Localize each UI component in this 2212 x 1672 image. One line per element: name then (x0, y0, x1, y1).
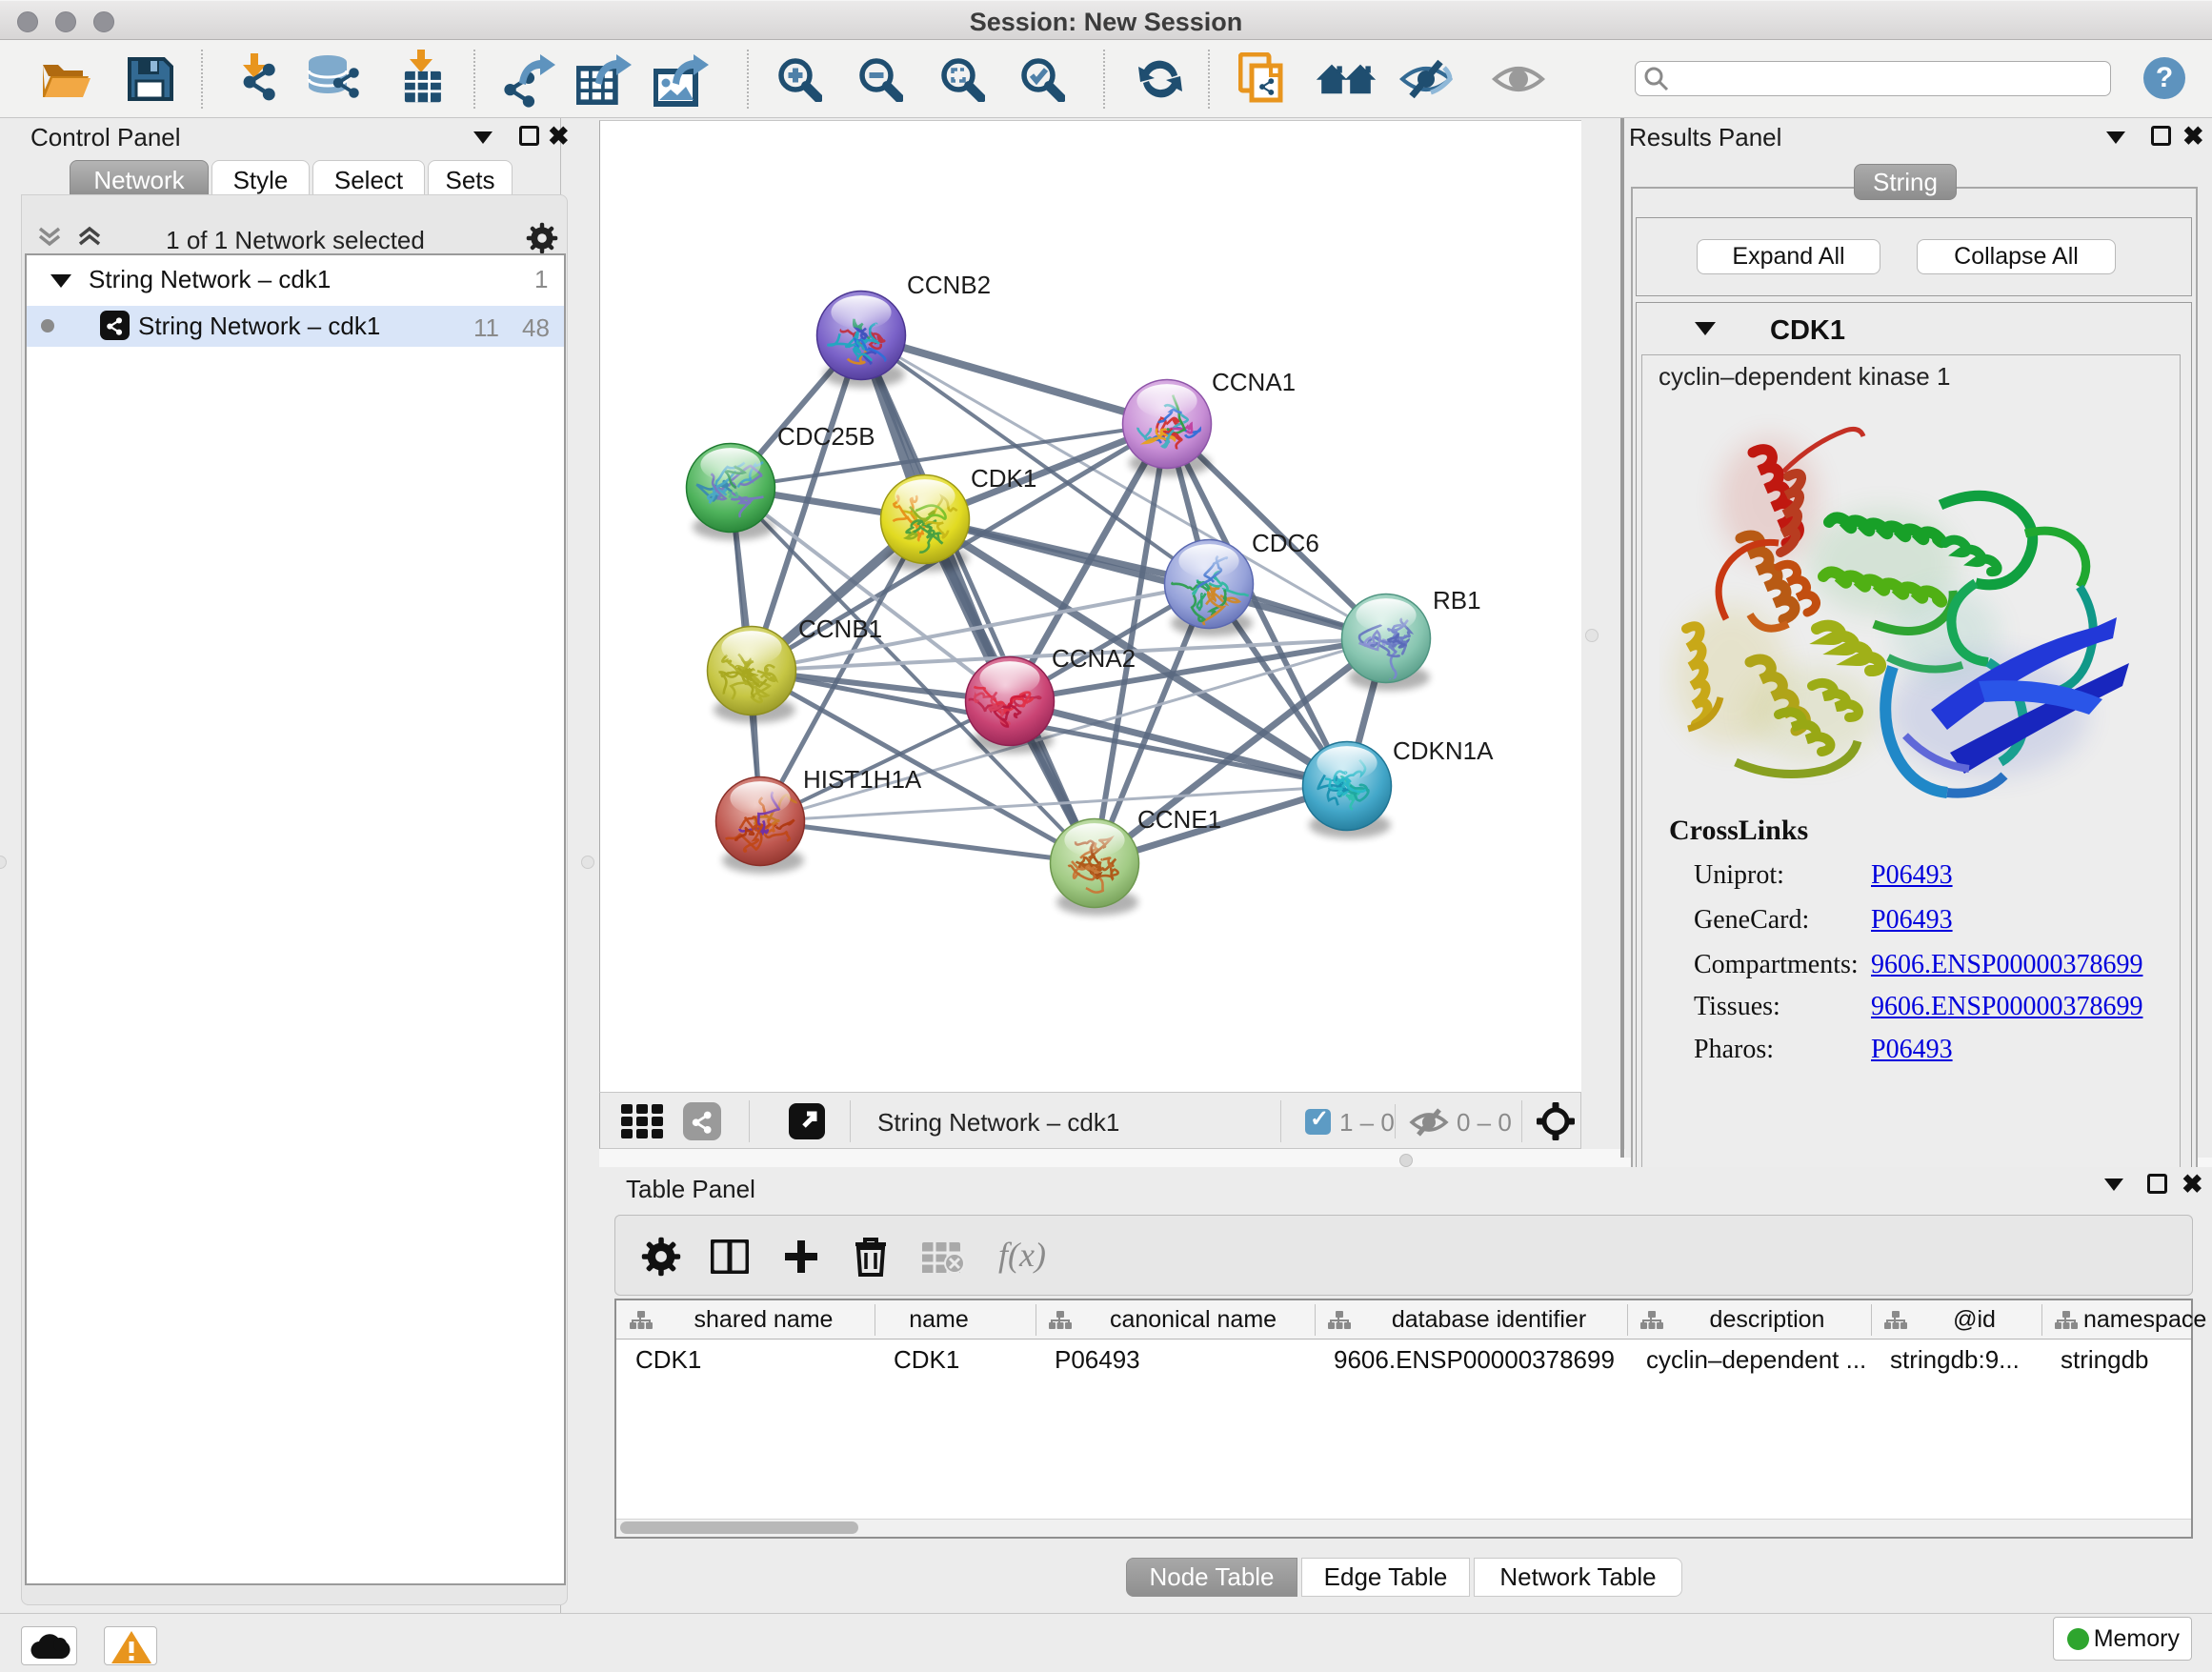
svg-text:?: ? (2156, 62, 2173, 93)
svg-text:CDC25B: CDC25B (777, 422, 875, 451)
svg-text:HIST1H1A: HIST1H1A (803, 765, 922, 794)
svg-text:CDC6: CDC6 (1252, 529, 1319, 557)
svg-text:CCNE1: CCNE1 (1137, 805, 1221, 834)
svg-text:f(x): f(x) (998, 1237, 1046, 1274)
svg-text:CCNA1: CCNA1 (1212, 368, 1296, 396)
svg-text:CCNB2: CCNB2 (907, 271, 991, 299)
svg-text:CCNB1: CCNB1 (798, 614, 882, 643)
svg-text:CDK1: CDK1 (971, 464, 1036, 493)
svg-text:CDKN1A: CDKN1A (1393, 736, 1494, 765)
svg-text:CCNA2: CCNA2 (1052, 644, 1136, 673)
svg-text:RB1: RB1 (1433, 586, 1481, 614)
